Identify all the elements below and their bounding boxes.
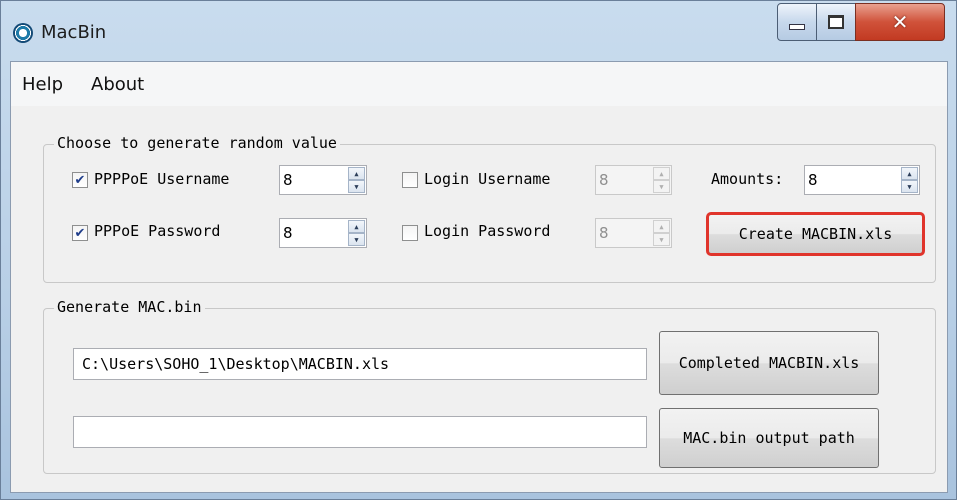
spin-down-arrow-icon[interactable]: ▼ [348, 233, 365, 246]
create-macbin-button[interactable]: Create MACBIN.xls [706, 212, 925, 256]
generate-macbin-group-title: Generate MAC.bin [54, 298, 205, 316]
random-value-group-title: Choose to generate random value [54, 134, 340, 152]
maximize-button[interactable] [816, 3, 856, 41]
pppoe-username-value: 8 [283, 171, 293, 189]
generate-macbin-group: Generate MAC.bin C:\Users\SOHO_1\Desktop… [43, 298, 936, 474]
random-value-group: Choose to generate random value ✔ PPPPoE… [43, 134, 936, 283]
close-button[interactable]: ✕ [855, 3, 945, 41]
close-icon: ✕ [891, 10, 909, 34]
window-title: MacBin [41, 22, 107, 43]
login-username-checkbox[interactable] [402, 172, 418, 188]
output-path-field[interactable] [73, 416, 647, 448]
minimize-icon [789, 24, 805, 30]
spin-up-arrow-icon[interactable]: ▲ [901, 167, 918, 180]
pppoe-username-checkbox[interactable]: ✔ [72, 172, 88, 188]
amounts-spinner[interactable]: 8 ▲ ▼ [804, 165, 920, 195]
login-password-spinner: 8 ▲ ▼ [595, 218, 672, 248]
login-username-value: 8 [599, 171, 609, 189]
spin-up-arrow-icon: ▲ [653, 220, 670, 233]
checkmark-icon: ✔ [74, 172, 86, 188]
macbin-app-icon [13, 23, 33, 43]
minimize-button[interactable] [777, 3, 817, 41]
pppoe-password-spinner[interactable]: 8 ▲ ▼ [279, 218, 367, 248]
login-username-label: Login Username [424, 170, 551, 188]
pppoe-username-spinner[interactable]: 8 ▲ ▼ [279, 165, 367, 195]
login-password-checkbox[interactable] [402, 225, 418, 241]
app-window: MacBin ✕ Help About Choose to generate r… [0, 0, 957, 500]
spin-down-arrow-icon[interactable]: ▼ [901, 180, 918, 193]
completed-macbin-button[interactable]: Completed MACBIN.xls [659, 331, 879, 395]
login-password-value: 8 [599, 224, 609, 242]
pppoe-password-checkbox[interactable]: ✔ [72, 225, 88, 241]
amounts-label: Amounts: [711, 170, 784, 188]
menu-help[interactable]: Help [22, 74, 63, 95]
spin-down-arrow-icon: ▼ [653, 180, 670, 193]
pppoe-username-label: PPPPoE Username [94, 170, 230, 188]
spin-up-arrow-icon[interactable]: ▲ [348, 220, 365, 233]
menu-bar: Help About [11, 62, 947, 106]
client-area: Help About Choose to generate random val… [10, 61, 948, 493]
title-bar[interactable]: MacBin ✕ [1, 1, 956, 61]
spin-down-arrow-icon: ▼ [653, 233, 670, 246]
amounts-value: 8 [808, 171, 818, 189]
menu-about[interactable]: About [91, 74, 144, 95]
pppoe-password-label: PPPoE Password [94, 222, 221, 240]
maximize-icon [828, 15, 844, 29]
login-password-label: Login Password [424, 222, 551, 240]
xls-path-field[interactable]: C:\Users\SOHO_1\Desktop\MACBIN.xls [73, 348, 647, 380]
checkmark-icon: ✔ [74, 225, 86, 241]
macbin-output-path-button[interactable]: MAC.bin output path [659, 408, 879, 468]
pppoe-password-value: 8 [283, 224, 293, 242]
spin-down-arrow-icon[interactable]: ▼ [348, 180, 365, 193]
login-username-spinner: 8 ▲ ▼ [595, 165, 672, 195]
spin-up-arrow-icon: ▲ [653, 167, 670, 180]
spin-up-arrow-icon[interactable]: ▲ [348, 167, 365, 180]
